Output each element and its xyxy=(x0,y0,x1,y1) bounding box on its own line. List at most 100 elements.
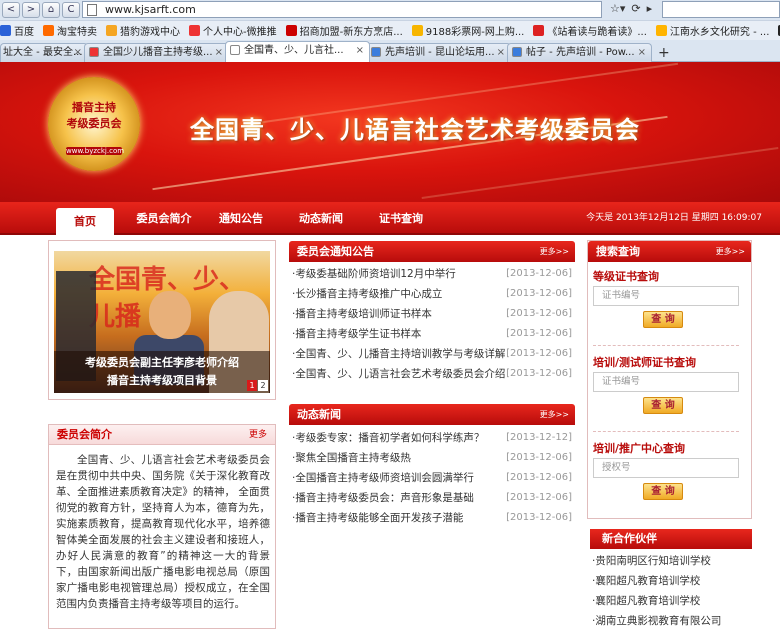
search-more-link[interactable]: 更多>> xyxy=(716,241,745,262)
bookmark-item[interactable]: 淘宝特卖 xyxy=(43,23,97,38)
menu-notices[interactable]: 通知公告 xyxy=(210,202,272,235)
partner-item[interactable]: ·贵阳南明区行知培训学校 xyxy=(592,551,752,571)
tab-label: 址大全 - 最安全... xyxy=(3,47,83,58)
slide-caption-2[interactable]: 播音主持考级项目背景 xyxy=(54,372,270,388)
tab-close-icon[interactable]: × xyxy=(638,44,646,61)
notices-list: ·考级委基础阶师资培训12月中举行 [2013-12-06] ·长沙播音主持考级推广… xyxy=(292,264,572,384)
trainer-cert-input[interactable]: 证书编号 xyxy=(593,372,739,392)
slide-person-face xyxy=(149,291,191,339)
news-more-link[interactable]: 更多>> xyxy=(540,404,569,425)
logo-url: www.byzckj.com xyxy=(66,147,125,155)
notice-item-date: [2013-12-06] xyxy=(506,308,572,319)
menu-certificate[interactable]: 证书查询 xyxy=(370,202,432,235)
bookmark-item[interactable]: 《站着读与跪着读》... xyxy=(533,23,647,38)
new-tab-button[interactable]: + xyxy=(658,44,670,62)
slide-page-2[interactable]: 2 xyxy=(258,380,268,391)
grade-cert-query: 等级证书查询 证书编号 查 询 xyxy=(593,268,739,328)
tab-favicon-icon xyxy=(230,45,240,55)
notice-item[interactable]: ·播音主持考级培训师证书样本 [2013-12-06] xyxy=(292,304,572,324)
center-query-input[interactable]: 授权号 xyxy=(593,458,739,478)
notice-item-date: [2013-12-06] xyxy=(506,368,572,379)
home-button[interactable]: ⌂ xyxy=(42,2,60,18)
bookmark-item[interactable]: 江南水乡文化研究 - ... xyxy=(655,23,770,38)
bookmark-item[interactable]: 个人中心-微推推 xyxy=(189,23,277,38)
banner-streak xyxy=(421,146,779,200)
slideshow[interactable]: 全国青、少、儿播 考级委员会副主任李彦老师介绍 播音主持考级项目背景 1 2 xyxy=(54,251,270,393)
browser-tab[interactable]: 址大全 - 最安全... × xyxy=(0,43,88,62)
browser-tab[interactable]: 先声培训 - 昆山论坛用... × xyxy=(366,43,511,62)
site-logo[interactable]: 播音主持 考级委员会 www.byzckj.com xyxy=(48,77,140,171)
tab-label: 全国青、少、儿言社... xyxy=(244,45,344,56)
bookmark-item[interactable]: 百度 xyxy=(0,23,34,38)
trainer-cert-query-button[interactable]: 查 询 xyxy=(643,397,683,414)
notice-item[interactable]: ·播音主持考级学生证书样本 [2013-12-06] xyxy=(292,324,572,344)
menu-news[interactable]: 动态新闻 xyxy=(290,202,352,235)
intro-header: 委员会简介 更多 xyxy=(49,425,275,445)
tab-close-icon[interactable]: × xyxy=(215,44,223,61)
slide-pager: 1 2 xyxy=(247,380,268,391)
notice-item-date: [2013-12-06] xyxy=(506,348,572,359)
tab-strip: 址大全 - 最安全... × 全国少儿播音主持考级... × 全国青、少、儿言社... ×… xyxy=(0,41,780,62)
tab-close-icon[interactable]: × xyxy=(74,44,82,61)
tab-favicon-icon xyxy=(89,47,99,57)
center-query-button[interactable]: 查 询 xyxy=(643,483,683,500)
news-item[interactable]: ·播音主持考级能够全面开发孩子潜能 [2013-12-06] xyxy=(292,508,572,528)
partner-item-title: ·湖南立典影视教育有限公司 xyxy=(592,615,722,627)
partner-item[interactable]: ·襄阳超凡教育培训学校 xyxy=(592,571,752,591)
browser-tab[interactable]: 全国青、少、儿言社... × xyxy=(225,41,370,62)
current-date: 今天是 2013年12月12日 星期四 16:09:07 xyxy=(586,213,762,223)
site-title: 全国青、少、儿语言社会艺术考级委员会 xyxy=(190,116,640,144)
notice-item[interactable]: ·长沙播音主持考级推广中心成立 [2013-12-06] xyxy=(292,284,572,304)
web-search-input[interactable] xyxy=(662,1,780,18)
tab-close-icon[interactable]: × xyxy=(497,44,505,61)
notice-item[interactable]: ·全国青、少、儿播音主持培训教学与考级详解 [2013-12-06] xyxy=(292,344,572,364)
stop-icon[interactable]: ▸ xyxy=(647,2,653,15)
news-item[interactable]: ·考级委专家：播音初学者如何科学练声？ [2013-12-12] xyxy=(292,428,572,448)
bookmark-favicon-icon xyxy=(0,25,11,36)
divider xyxy=(593,345,739,346)
address-actions: ☆▾ ⟳ ▸ xyxy=(610,2,652,15)
bookmark-item[interactable]: 招商加盟-新东方烹店... xyxy=(285,23,403,38)
refresh-button[interactable]: C xyxy=(62,2,80,18)
search-header: 搜索查询 更多>> xyxy=(588,241,751,262)
bookmark-item[interactable]: 9188彩票网-网上购... xyxy=(411,23,524,38)
logo-line1: 播音主持 xyxy=(72,101,116,114)
intro-more-link[interactable]: 更多 xyxy=(249,425,267,445)
news-item[interactable]: ·全国播音主持考级师资培训会圆满举行 [2013-12-06] xyxy=(292,468,572,488)
partner-item[interactable]: ·湖南立典影视教育有限公司 xyxy=(592,611,752,631)
back-button[interactable]: < xyxy=(2,2,20,18)
tab-close-icon[interactable]: × xyxy=(356,42,364,59)
intro-title: 委员会简介 xyxy=(57,428,112,441)
news-item[interactable]: ·聚焦全国播音主持考级热 [2013-12-06] xyxy=(292,448,572,468)
forward-button[interactable]: > xyxy=(22,2,40,18)
address-bar[interactable]: www.kjsarft.com xyxy=(82,1,602,18)
partners-list: ·贵阳南明区行知培训学校 ·襄阳超凡教育培训学校 ·襄阳超凡教育培训学校 ·湖南立典影… xyxy=(592,551,752,631)
bookmark-favicon-icon xyxy=(285,25,297,36)
notices-header: 委员会通知公告 更多>> xyxy=(289,241,575,262)
grade-cert-title: 等级证书查询 xyxy=(593,270,659,283)
notice-item[interactable]: ·全国青、少、儿语言社会艺术考级委员会介绍 [2013-12-06] xyxy=(292,364,572,384)
trainer-cert-query: 培训/测试师证书查询 证书编号 查 询 xyxy=(593,354,739,414)
refresh-icon[interactable]: ⟳ xyxy=(631,2,640,15)
bookmark-favicon-icon xyxy=(43,25,54,36)
partner-item[interactable]: ·襄阳超凡教育培训学校 xyxy=(592,591,752,611)
news-item[interactable]: ·播音主持考级委员会：声音形象是基础 [2013-12-06] xyxy=(292,488,572,508)
notice-item-title: ·全国青、少、儿播音主持培训教学与考级详解 xyxy=(292,348,506,360)
menu-home[interactable]: 首页 xyxy=(56,208,114,235)
news-item-title: ·聚焦全国播音主持考级热 xyxy=(292,452,411,464)
bookmark-item[interactable]: 猎豹游戏中心 xyxy=(106,23,180,38)
browser-tab[interactable]: 帖子 - 先声培训 - Pow... × xyxy=(507,43,652,62)
notices-more-link[interactable]: 更多>> xyxy=(540,241,569,262)
slide-caption-1[interactable]: 考级委员会副主任李彦老师介绍 xyxy=(54,354,270,370)
bookmark-favicon-icon xyxy=(106,25,117,36)
slide-page-1[interactable]: 1 xyxy=(247,380,257,391)
grade-cert-query-button[interactable]: 查 询 xyxy=(643,311,683,328)
star-icon[interactable]: ☆▾ xyxy=(610,2,625,15)
tab-favicon-icon xyxy=(371,47,381,57)
menu-about[interactable]: 委员会简介 xyxy=(128,202,200,235)
bookmark-label: 江南水乡文化研究 - ... xyxy=(669,27,770,38)
bookmarks-bar: 百度 淘宝特卖 猎豹游戏中心 个人中心-微推推 招商加盟-新东方烹店... 9188彩票网… xyxy=(0,20,780,40)
notice-item[interactable]: ·考级委基础阶师资培训12月中举行 [2013-12-06] xyxy=(292,264,572,284)
grade-cert-input[interactable]: 证书编号 xyxy=(593,286,739,306)
browser-tab[interactable]: 全国少儿播音主持考级... × xyxy=(84,43,229,62)
